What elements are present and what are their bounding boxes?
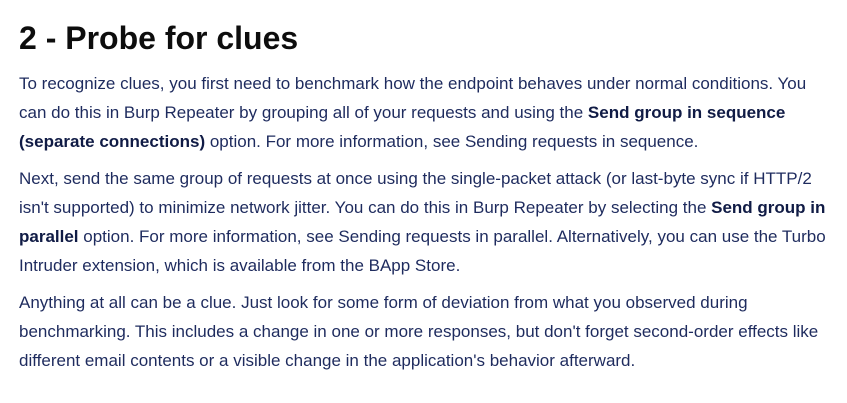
paragraph-benchmark: To recognize clues, you first need to be…: [19, 69, 837, 156]
paragraph-clue: Anything at all can be a clue. Just look…: [19, 288, 837, 375]
section-heading: 2 - Probe for clues: [19, 20, 299, 56]
paragraph-text: option. For more information, see Sendin…: [205, 132, 699, 151]
paragraph-text: Anything at all can be a clue. Just look…: [19, 293, 819, 370]
paragraph-text: Next, send the same group of requests at…: [19, 169, 812, 217]
paragraph-parallel: Next, send the same group of requests at…: [19, 164, 837, 280]
article-section: 2 - Probe for clues To recognize clues, …: [0, 0, 847, 375]
paragraph-text: option. For more information, see Sendin…: [19, 227, 826, 275]
